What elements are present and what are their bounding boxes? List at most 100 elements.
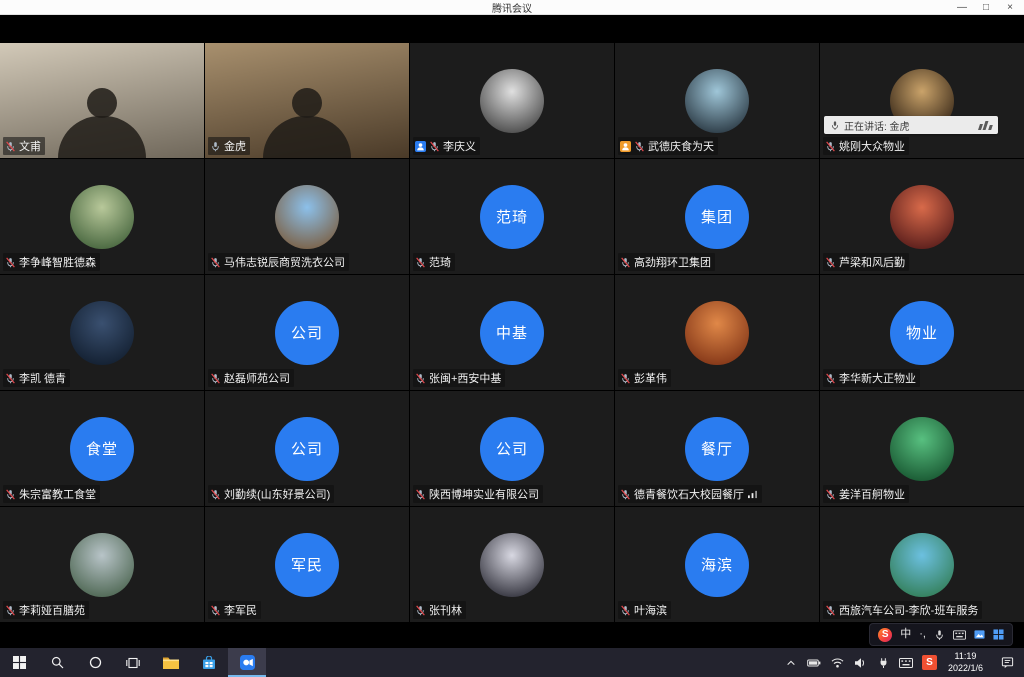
maximize-button[interactable]: □: [974, 0, 998, 15]
participant-name-label: 马伟志锐辰商贸洗衣公司: [208, 253, 349, 271]
muted-mic-icon: [210, 489, 221, 500]
hidden-icons-chevron[interactable]: [780, 648, 803, 677]
folder-icon: [163, 656, 179, 669]
ime-keyboard-icon[interactable]: [953, 630, 966, 640]
store-button[interactable]: [190, 648, 228, 677]
participant-name: 李凯 德青: [19, 370, 66, 386]
muted-mic-icon: [210, 373, 221, 384]
participant-name: 李华新大正物业: [839, 370, 916, 386]
sogou-ime-toolbar[interactable]: S 中 ·,: [870, 624, 1012, 645]
participant-avatar: 公司: [275, 417, 339, 481]
sogou-logo-icon[interactable]: S: [878, 628, 892, 642]
participant-name-label: 德青餐饮石大校园餐厅: [618, 485, 762, 503]
participant-tile[interactable]: 张刊林: [410, 507, 614, 622]
ime-skin-icon[interactable]: [974, 629, 985, 640]
participant-tile[interactable]: 文甫: [0, 43, 204, 158]
participant-tile[interactable]: 姜洋百舸物业: [820, 391, 1024, 506]
participant-name: 马伟志锐辰商贸洗衣公司: [224, 254, 345, 270]
volume-icon[interactable]: [849, 648, 872, 677]
participant-tile[interactable]: 集团 高劲翔环卫集团: [615, 159, 819, 274]
participant-name-label: 高劲翔环卫集团: [618, 253, 715, 271]
audio-wave-icon: [979, 121, 992, 130]
participant-name-label: 李庆义: [413, 137, 480, 155]
participant-tile[interactable]: 公司 陕西博坤实业有限公司: [410, 391, 614, 506]
participant-tile[interactable]: 军民 李军民: [205, 507, 409, 622]
cortana-button[interactable]: [76, 648, 114, 677]
participant-name-label: 李莉娅百膳苑: [3, 601, 89, 619]
speaking-indicator: 正在讲话: 金虎: [824, 116, 998, 134]
participant-tile[interactable]: 中基 张闽+西安中基: [410, 275, 614, 390]
muted-mic-icon: [210, 257, 221, 268]
participant-name-label: 李凯 德青: [3, 369, 70, 387]
person-silhouette-body: [58, 116, 146, 158]
taskbar-clock[interactable]: 11:19 2022/1/6: [941, 651, 990, 674]
participant-tile[interactable]: 海滨 叶海滨: [615, 507, 819, 622]
minimize-button[interactable]: —: [950, 0, 974, 15]
participant-avatar: 食堂: [70, 417, 134, 481]
participant-name: 李庆义: [443, 138, 476, 154]
muted-mic-icon: [620, 373, 631, 384]
participant-tile[interactable]: 李争峰智胜德森: [0, 159, 204, 274]
participant-tile[interactable]: 李凯 德青: [0, 275, 204, 390]
plug-icon[interactable]: [872, 648, 895, 677]
participant-tile[interactable]: 公司 刘勤续(山东好景公司): [205, 391, 409, 506]
muted-mic-icon: [825, 605, 836, 616]
participant-avatar: 公司: [480, 417, 544, 481]
avatar-initials: 中基: [496, 322, 528, 343]
participant-name-label: 彭革伟: [618, 369, 671, 387]
participant-tile[interactable]: 李庆义: [410, 43, 614, 158]
sogou-tray-icon[interactable]: S: [918, 648, 941, 677]
participant-tile[interactable]: 食堂 朱宗富教工食堂: [0, 391, 204, 506]
participant-tile[interactable]: 姚刚大众物业 正在讲话: 金虎: [820, 43, 1024, 158]
participant-avatar: [480, 69, 544, 133]
muted-mic-icon: [429, 141, 440, 152]
participant-avatar: 海滨: [685, 533, 749, 597]
muted-mic-icon: [825, 257, 836, 268]
participant-tile[interactable]: 李莉娅百膳苑: [0, 507, 204, 622]
participant-avatar: 物业: [890, 301, 954, 365]
muted-mic-icon: [825, 489, 836, 500]
ime-mode-indicator[interactable]: 中: [900, 629, 911, 640]
avatar-initials: 物业: [906, 322, 938, 343]
ime-toolbox-icon[interactable]: [993, 629, 1004, 640]
meeting-app-button[interactable]: [228, 648, 266, 677]
person-silhouette: [87, 88, 117, 118]
participant-tile[interactable]: 彭革伟: [615, 275, 819, 390]
participant-avatar: [890, 533, 954, 597]
participant-tile[interactable]: 金虎: [205, 43, 409, 158]
touch-keyboard-icon[interactable]: [895, 648, 918, 677]
start-button[interactable]: [0, 648, 38, 677]
task-view-button[interactable]: [114, 648, 152, 677]
windows-logo-icon: [13, 656, 26, 669]
avatar-initials: 公司: [496, 438, 528, 459]
participant-tile[interactable]: 武德庆食为天: [615, 43, 819, 158]
file-explorer-button[interactable]: [152, 648, 190, 677]
ime-mic-icon[interactable]: [934, 629, 945, 641]
taskbar-app-icons: [0, 648, 266, 677]
search-button[interactable]: [38, 648, 76, 677]
participant-name: 叶海滨: [634, 602, 667, 618]
windows-taskbar: S 11:19 2022/1/6: [0, 648, 1024, 677]
wifi-icon[interactable]: [826, 648, 849, 677]
muted-mic-icon: [5, 257, 16, 268]
participant-name-label: 李华新大正物业: [823, 369, 920, 387]
participant-name: 李军民: [224, 602, 257, 618]
tencent-meeting-icon: [240, 655, 255, 670]
ime-punctuation-indicator[interactable]: ·,: [919, 629, 926, 640]
participant-tile[interactable]: 范琦 范琦: [410, 159, 614, 274]
participant-tile[interactable]: 芦梁和风后勤: [820, 159, 1024, 274]
close-button[interactable]: ×: [998, 0, 1022, 15]
participant-name: 姚刚大众物业: [839, 138, 905, 154]
participant-name: 高劲翔环卫集团: [634, 254, 711, 270]
action-center-button[interactable]: [990, 648, 1024, 677]
participant-name: 姜洋百舸物业: [839, 486, 905, 502]
participant-tile[interactable]: 物业 李华新大正物业: [820, 275, 1024, 390]
participant-name: 文甫: [19, 138, 41, 154]
battery-icon[interactable]: [803, 648, 826, 677]
participant-tile[interactable]: 餐厅 德青餐饮石大校园餐厅: [615, 391, 819, 506]
participant-tile[interactable]: 马伟志锐辰商贸洗衣公司: [205, 159, 409, 274]
participant-tile[interactable]: 公司 赵磊师苑公司: [205, 275, 409, 390]
participant-avatar: 餐厅: [685, 417, 749, 481]
participant-tile[interactable]: 西旅汽车公司-李欣-班车服务: [820, 507, 1024, 622]
task-view-icon: [126, 657, 140, 669]
